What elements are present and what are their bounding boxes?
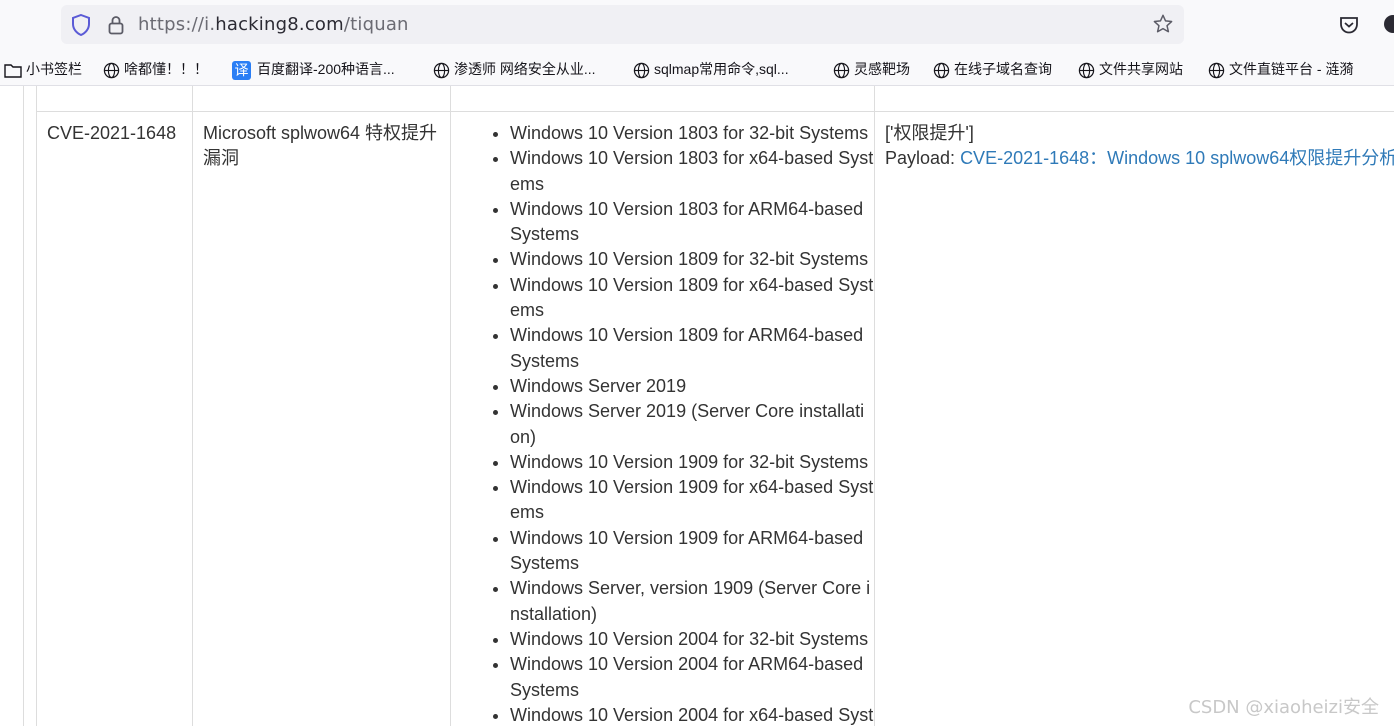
affected-system-text: ems: [510, 173, 545, 194]
vuln-type: ['权限提升']: [885, 123, 974, 143]
shield-icon[interactable]: [71, 14, 91, 36]
globe-icon: [633, 62, 650, 78]
bookmark-label: 小书签栏: [26, 61, 82, 77]
affected-system-text: Windows 10 Version 2004 for 32-bit Syste…: [510, 628, 869, 649]
browser-toolbar: https://i.hacking8.com/tiquan: [0, 0, 1394, 52]
bookmark-item[interactable]: 在线子域名查询: [933, 58, 1052, 80]
bookmark-label: sqlmap常用命令,sql...: [654, 61, 789, 77]
payload-label: Payload:: [885, 148, 961, 169]
affected-system-item: Windows 10 Version 1809 for 32-bit Syste…: [510, 247, 890, 272]
affected-system-item: Windows 10 Version 2004 for 32-bit Syste…: [510, 627, 890, 652]
url-text[interactable]: https://i.hacking8.com/tiquan: [138, 14, 409, 36]
table-border: [192, 86, 193, 726]
affected-system-text: Windows 10 Version 1809 for x64-based Sy…: [510, 274, 874, 295]
bookmark-label: 文件共享网站: [1099, 61, 1183, 77]
account-icon[interactable]: [1384, 15, 1394, 33]
affected-system-text: Windows Server 2019: [510, 375, 687, 396]
bookmark-item[interactable]: 灵感靶场: [833, 58, 910, 80]
bookmark-item[interactable]: 啥都懂！！！: [103, 58, 208, 80]
affected-system-text: Windows Server 2019 (Server Core install…: [510, 401, 865, 422]
pocket-icon[interactable]: [1338, 14, 1360, 36]
affected-system-text: Windows 10 Version 1809 for 32-bit Syste…: [510, 249, 869, 270]
affected-system-text: Windows 10 Version 1809 for ARM64-based: [510, 325, 864, 346]
bookmarks-bar: 小书签栏 啥都懂！！！ 译百度翻译-200种语言... 渗透师 网络安全从业..…: [0, 52, 1394, 86]
affected-system-text: Windows 10 Version 1909 for ARM64-based: [510, 527, 864, 548]
affected-system-item: Windows 10 Version 1803 for x64-based Sy…: [510, 146, 890, 197]
table-border: [450, 86, 451, 726]
affected-system-text: Systems: [510, 224, 580, 245]
url-path: /tiquan: [343, 14, 409, 35]
affected-system-text: ems: [510, 502, 545, 523]
affected-system-text: on): [510, 426, 537, 447]
globe-icon: [103, 62, 120, 78]
affected-system-item: Windows 10 Version 1809 for ARM64-based S…: [510, 323, 890, 374]
affected-system-item: Windows 10 Version 1909 for ARM64-based S…: [510, 526, 890, 577]
globe-icon: [1078, 62, 1095, 78]
affected-system-item: Windows Server 2019 (Server Core install…: [510, 399, 890, 450]
page-border-left: [23, 86, 24, 726]
bookmark-label: 百度翻译-200种语言...: [257, 61, 395, 77]
bookmark-item[interactable]: 文件共享网站: [1078, 58, 1183, 80]
vuln-description-line: Microsoft splwow64 特权提升: [203, 123, 438, 143]
affected-system-item: Windows Server, version 1909 (Server Cor…: [510, 576, 890, 627]
vuln-type-cell: ['权限提升'] Payload: CVE-2021-1648：Windows …: [885, 121, 1394, 172]
affected-system-text: Windows 10 Version 1909 for x64-based Sy…: [510, 477, 874, 498]
affected-system-item: Windows 10 Version 1803 for 32-bit Syste…: [510, 121, 890, 146]
affected-system-text: nstallation): [510, 603, 598, 624]
bookmark-label: 在线子域名查询: [954, 61, 1052, 77]
bookmark-item[interactable]: 文件直链平台 - 涟漪: [1208, 58, 1353, 80]
affected-system-text: Windows 10 Version 2004 for x64-based Sy…: [510, 704, 874, 725]
bookmark-folder-small[interactable]: 小书签栏: [4, 58, 82, 80]
table-row-divider: [36, 111, 1394, 112]
table-border: [36, 86, 37, 726]
bookmark-item[interactable]: sqlmap常用命令,sql...: [633, 58, 789, 80]
folder-icon: [4, 64, 22, 78]
globe-icon: [433, 62, 450, 78]
affected-system-text: Windows Server, version 1909 (Server Cor…: [510, 578, 871, 599]
vuln-description-line: 漏洞: [203, 148, 239, 169]
bookmark-item[interactable]: 译百度翻译-200种语言...: [232, 58, 395, 80]
affected-system-text: Windows 10 Version 1803 for x64-based Sy…: [510, 148, 874, 169]
affected-system-item: Windows Server 2019: [510, 374, 890, 399]
url-host: hacking8.com: [215, 14, 344, 35]
bookmark-label: 灵感靶场: [854, 61, 910, 77]
affected-system-text: Windows 10 Version 2004 for ARM64-based: [510, 654, 864, 675]
url-prefix: https://i.: [138, 14, 216, 35]
payload-line: Payload: CVE-2021-1648：Windows 10 splwow…: [885, 146, 1394, 171]
affected-system-item: Windows 10 Version 1803 for ARM64-based S…: [510, 197, 890, 248]
affected-system-text: Systems: [510, 553, 580, 574]
translate-icon: 译: [232, 60, 251, 80]
lock-icon[interactable]: [108, 15, 124, 35]
affected-system-item: Windows 10 Version 1909 for x64-based Sy…: [510, 475, 890, 526]
payload-link[interactable]: CVE-2021-1648：Windows 10 splwow64权限提升分析: [960, 148, 1394, 168]
bookmark-label: 文件直链平台 - 涟漪: [1229, 61, 1354, 77]
bookmark-label: 渗透师 网络安全从业...: [454, 61, 596, 77]
address-bar[interactable]: https://i.hacking8.com/tiquan: [61, 5, 1184, 44]
affected-systems-list: Windows 10 Version 1803 for 32-bit Syste…: [491, 121, 890, 726]
affected-system-item: Windows 10 Version 2004 for ARM64-based S…: [510, 652, 890, 703]
affected-system-text: Windows 10 Version 1803 for ARM64-based: [510, 198, 864, 219]
bookmark-star-icon[interactable]: [1152, 13, 1174, 35]
affected-system-text: Systems: [510, 679, 580, 700]
affected-system-text: Systems: [510, 350, 580, 371]
affected-system-text: ems: [510, 300, 545, 321]
bookmark-item[interactable]: 渗透师 网络安全从业...: [433, 58, 596, 80]
affected-system-text: Windows 10 Version 1803 for 32-bit Syste…: [510, 123, 869, 143]
affected-system-item: Windows 10 Version 2004 for x64-based Sy…: [510, 703, 890, 726]
bookmark-label: 啥都懂！！！: [124, 61, 208, 77]
affected-system-text: Windows 10 Version 1909 for 32-bit Syste…: [510, 451, 869, 472]
globe-icon: [833, 62, 850, 78]
affected-system-item: Windows 10 Version 1809 for x64-based Sy…: [510, 273, 890, 324]
globe-icon: [1208, 62, 1225, 78]
globe-icon: [933, 62, 950, 78]
watermark: CSDN @xiaoheizi安全: [1188, 697, 1379, 718]
affected-system-item: Windows 10 Version 1909 for 32-bit Syste…: [510, 450, 890, 475]
vuln-description: Microsoft splwow64 特权提升 漏洞: [203, 121, 443, 172]
page-content: CVE-2021-1648 Microsoft splwow64 特权提升 漏洞…: [0, 86, 1394, 726]
cve-id: CVE-2021-1648: [47, 123, 177, 143]
